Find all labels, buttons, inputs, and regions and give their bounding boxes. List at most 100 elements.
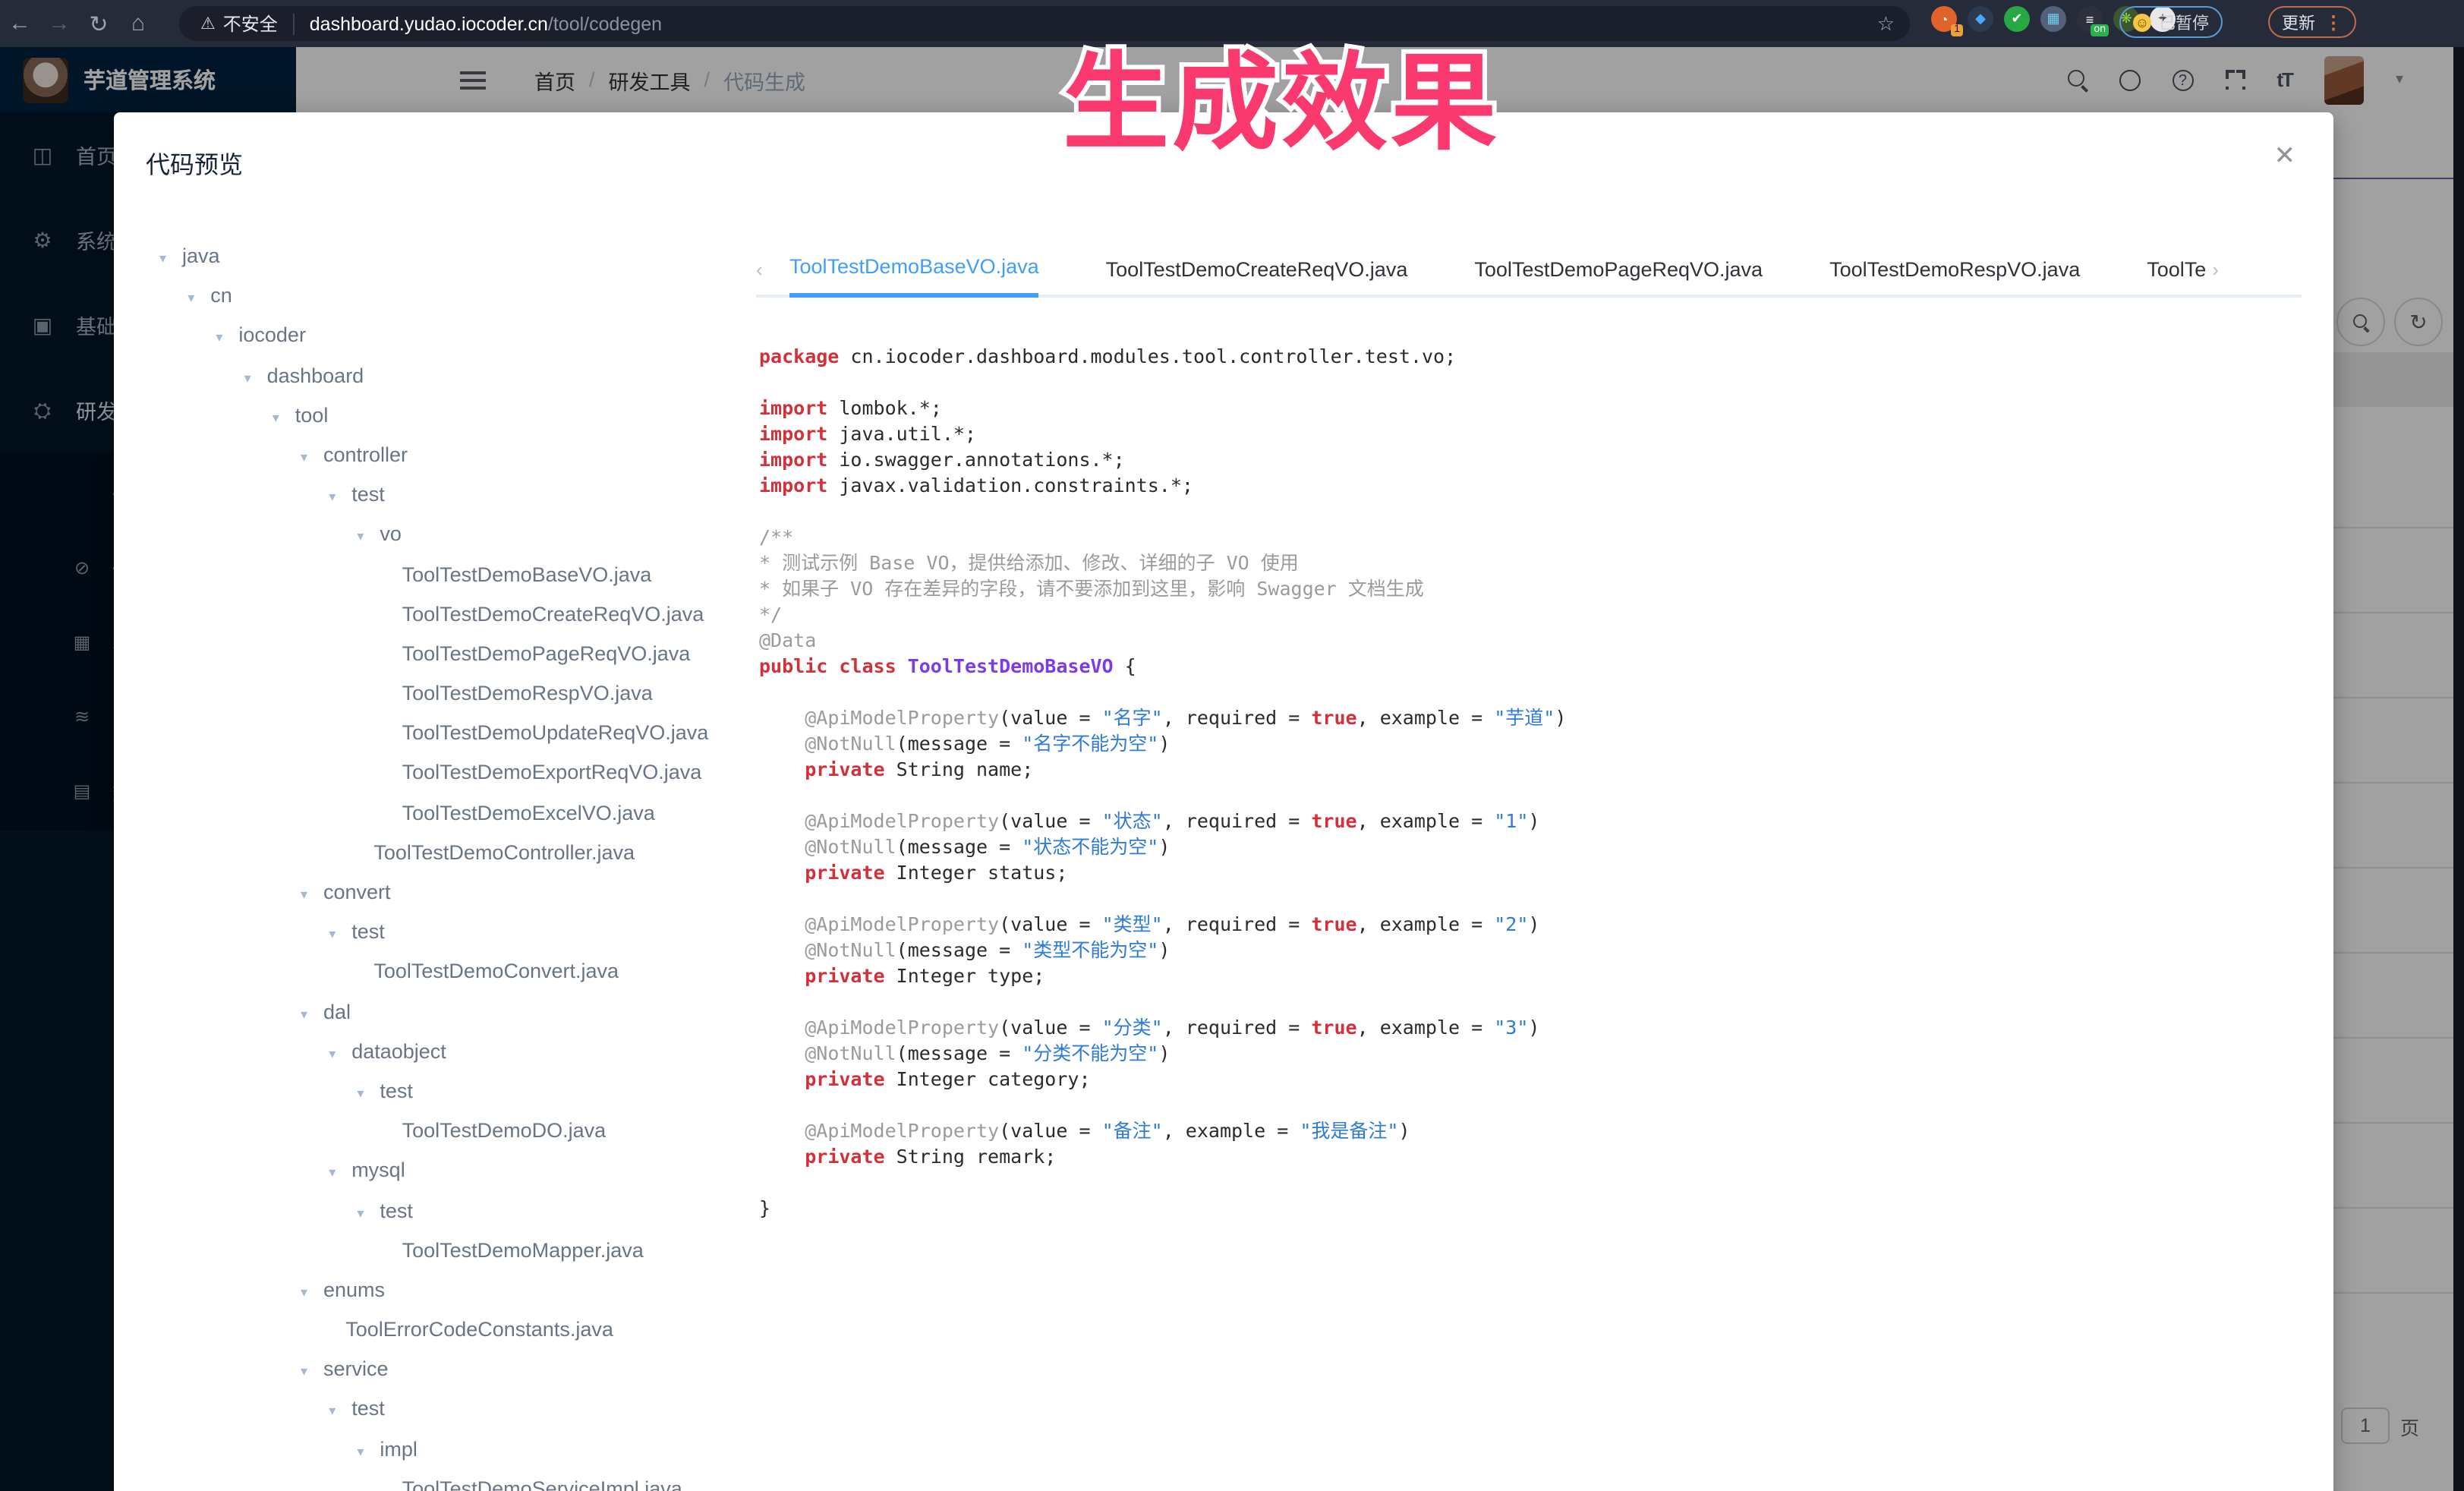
caret-down-icon[interactable]: ▾ (301, 1352, 323, 1392)
grid-extension-icon[interactable]: ▦ (2040, 6, 2066, 32)
tab-ToolTestDemoPageReqVO.java[interactable]: ToolTestDemoPageReqVO.java (1474, 240, 1763, 298)
tree-file[interactable]: ToolTestDemoDO.java (129, 1111, 767, 1151)
code-viewer[interactable]: package cn.iocoder.dashboard.modules.too… (759, 343, 2308, 1491)
address-bar[interactable]: ⚠ 不安全 dashboard.yudao.iocoder.cn/tool/co… (179, 6, 1910, 41)
tree-file[interactable]: ToolTestDemoServiceImpl.java (129, 1470, 767, 1491)
tree-label: test (351, 1398, 385, 1420)
caret-down-icon[interactable]: ▾ (329, 1153, 351, 1193)
caret-down-icon[interactable]: ▾ (159, 238, 182, 278)
tree-folder[interactable]: ▾test (129, 913, 767, 952)
tree-file[interactable]: ToolTestDemoController.java (129, 834, 767, 873)
tree-label: ToolTestDemoConvert.java (373, 960, 619, 983)
ubuntu-extension-icon[interactable]: ◔1 (1931, 6, 1957, 32)
screen: ← → ↻ ⌂ ⚠ 不安全 dashboard.yudao.iocoder.cn… (0, 0, 2464, 1491)
tree-label: service (323, 1358, 389, 1381)
tree-folder[interactable]: ▾dataobject (129, 1032, 767, 1072)
code-line (759, 369, 2308, 395)
tree-folder[interactable]: ▾service (129, 1351, 767, 1390)
tree-file[interactable]: ToolTestDemoPageReqVO.java (129, 635, 767, 674)
tree-file[interactable]: ToolTestDemoConvert.java (129, 953, 767, 992)
caret-down-icon[interactable]: ▾ (329, 1392, 351, 1431)
tree-file[interactable]: ToolTestDemoExcelVO.java (129, 793, 767, 833)
tree-file[interactable]: ToolTestDemoBaseVO.java (129, 555, 767, 594)
tab-ToolTestDemoBaseVO.java[interactable]: ToolTestDemoBaseVO.java (789, 240, 1039, 298)
caret-down-icon[interactable]: ▾ (216, 318, 238, 358)
tab-ToolTestDemoCreateReqVO.java[interactable]: ToolTestDemoCreateReqVO.java (1106, 240, 1408, 298)
tree-label: iocoder (238, 324, 306, 347)
caret-down-icon[interactable]: ▾ (301, 875, 323, 914)
close-icon[interactable]: ✕ (2274, 143, 2296, 169)
tree-file[interactable]: ToolTestDemoMapper.java (129, 1231, 767, 1270)
caret-down-icon[interactable]: ▾ (357, 1193, 380, 1232)
tree-folder[interactable]: ▾cn (129, 276, 767, 316)
back-icon[interactable]: ← (0, 11, 39, 36)
tree-folder[interactable]: ▾controller (129, 436, 767, 475)
tree-label: mysql (351, 1159, 405, 1182)
tabs-scroll-right-icon[interactable]: › (2212, 257, 2236, 280)
caret-down-icon[interactable]: ▾ (357, 1431, 380, 1471)
bookmark-star-icon[interactable]: ☆ (1877, 11, 1895, 36)
browser-menu-icon[interactable]: ⋮ (2324, 11, 2343, 33)
tree-folder[interactable]: ▾vo (129, 515, 767, 555)
tree-file[interactable]: ToolTestDemoCreateReqVO.java (129, 594, 767, 634)
tree-folder[interactable]: ▾mysql (129, 1152, 767, 1191)
caret-down-icon[interactable]: ▾ (329, 914, 351, 954)
tab-ToolTestDemoRespVO.java[interactable]: ToolTestDemoRespVO.java (1829, 240, 2080, 298)
caret-down-icon[interactable]: ▾ (273, 398, 295, 437)
tree-folder[interactable]: ▾test (129, 1191, 767, 1231)
tree-label: dal (323, 1000, 351, 1023)
tree-label: ToolTestDemoUpdateReqVO.java (402, 722, 709, 745)
code-line: @ApiModelProperty(value = "状态", required… (759, 808, 2308, 834)
gem-extension-icon[interactable]: ◆ (1968, 6, 1993, 32)
caret-down-icon[interactable]: ▾ (244, 358, 267, 397)
caret-down-icon[interactable]: ▾ (357, 517, 380, 556)
caret-down-icon[interactable]: ▾ (301, 1272, 323, 1312)
forward-icon[interactable]: → (39, 11, 79, 36)
warning-icon: ⚠ (200, 14, 216, 33)
extension-badge: on (2091, 24, 2109, 36)
caret-down-icon[interactable]: ▾ (301, 994, 323, 1033)
tree-file[interactable]: ToolTestDemoUpdateReqVO.java (129, 714, 767, 754)
tree-folder[interactable]: ▾dal (129, 992, 767, 1032)
tabs-scroll-left-icon[interactable]: ‹ (756, 257, 789, 280)
tree-label: ToolTestDemoController.java (373, 841, 635, 864)
caret-down-icon[interactable]: ▾ (357, 1073, 380, 1113)
tree-label: ToolTestDemoServiceImpl.java (402, 1477, 682, 1491)
update-browser-button[interactable]: 更新 ⋮ (2268, 6, 2356, 38)
tree-folder[interactable]: ▾test (129, 1390, 767, 1430)
code-line (759, 988, 2308, 1014)
code-line: @NotNull(message = "分类不能为空") (759, 1040, 2308, 1066)
tree-label: test (351, 920, 385, 943)
list-extension-icon[interactable]: ≡on (2077, 6, 2103, 32)
tree-label: java (182, 244, 220, 267)
home-icon[interactable]: ⌂ (118, 11, 158, 36)
tree-folder[interactable]: ▾convert (129, 873, 767, 913)
tree-file[interactable]: ToolTestDemoRespVO.java (129, 674, 767, 714)
code-line: @NotNull(message = "状态不能为空") (759, 834, 2308, 859)
code-line: import javax.validation.constraints.*; (759, 472, 2308, 498)
caret-down-icon[interactable]: ▾ (329, 477, 351, 516)
code-line: package cn.iocoder.dashboard.modules.too… (759, 343, 2308, 369)
caret-down-icon[interactable]: ▾ (301, 437, 323, 477)
caret-down-icon[interactable]: ▾ (187, 278, 210, 317)
tree-file[interactable]: ToolTestDemoExportReqVO.java (129, 754, 767, 793)
tab-ToolTe[interactable]: ToolTe (2147, 240, 2206, 298)
tree-folder[interactable]: ▾enums (129, 1271, 767, 1310)
security-label[interactable]: 不安全 (223, 11, 278, 36)
tree-file[interactable]: ToolErrorCodeConstants.java (129, 1310, 767, 1350)
paused-extension-pill[interactable]: ☺ 已暂停 (2119, 6, 2223, 38)
caret-down-icon[interactable]: ▾ (329, 1034, 351, 1073)
tree-folder[interactable]: ▾test (129, 1072, 767, 1111)
tree-label: dataobject (351, 1040, 446, 1063)
tree-folder[interactable]: ▾impl (129, 1430, 767, 1469)
tree-folder[interactable]: ▾java (129, 237, 767, 276)
tree-label: convert (323, 881, 391, 903)
tree-folder[interactable]: ▾test (129, 475, 767, 515)
tree-folder[interactable]: ▾dashboard (129, 356, 767, 396)
code-line: private Integer status; (759, 859, 2308, 885)
tree-folder[interactable]: ▾tool (129, 396, 767, 436)
check-extension-icon[interactable]: ✔ (2004, 6, 2030, 32)
reload-icon[interactable]: ↻ (79, 10, 118, 37)
code-line: import io.swagger.annotations.*; (759, 446, 2308, 472)
tree-folder[interactable]: ▾iocoder (129, 317, 767, 356)
